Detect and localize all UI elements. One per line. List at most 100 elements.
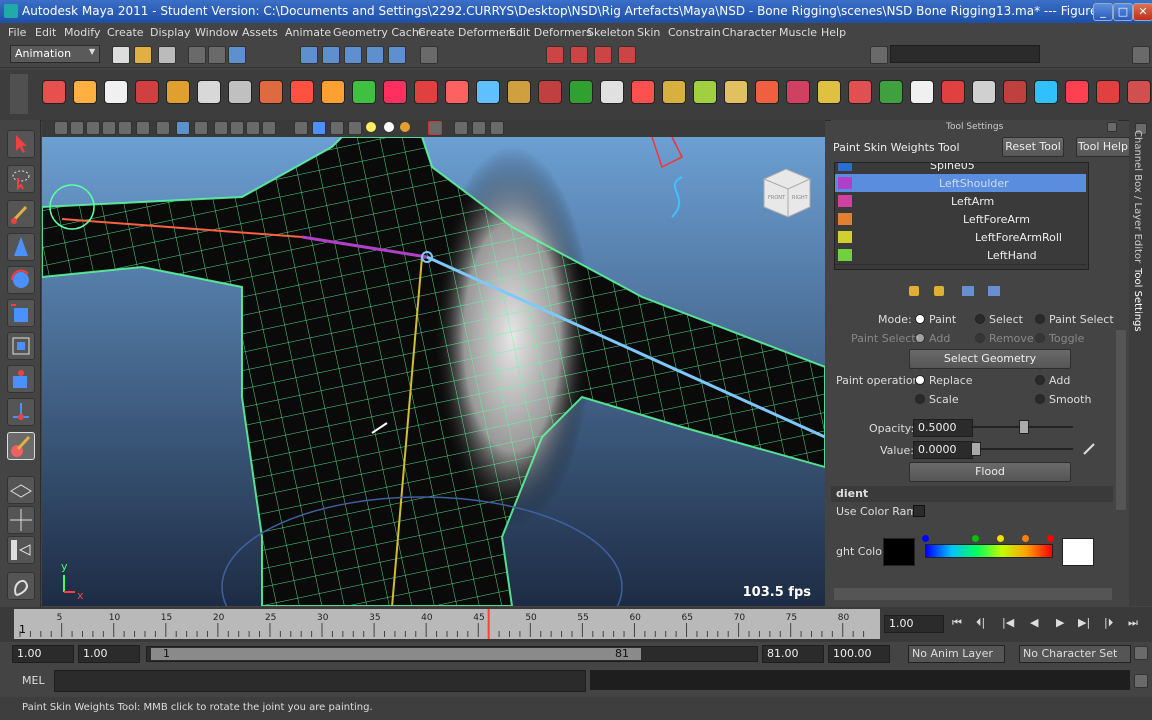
weight-color-max-swatch[interactable]: [1062, 538, 1094, 566]
shelf-tool-icon[interactable]: [569, 80, 593, 104]
shelf-tool-icon[interactable]: [662, 80, 686, 104]
safe-title-icon[interactable]: [194, 121, 208, 135]
open-scene-icon[interactable]: [134, 46, 152, 64]
render-settings-icon[interactable]: [594, 46, 612, 64]
anim-end-field[interactable]: 81.00: [762, 645, 824, 663]
shelf-tool-icon[interactable]: [1034, 80, 1058, 104]
show-manip-icon[interactable]: [7, 398, 35, 426]
step-forward-key-icon[interactable]: |⏵: [1104, 616, 1113, 630]
influence-row-leftshoulder[interactable]: LeftShoulder: [835, 174, 1086, 193]
op-add-radio[interactable]: [1035, 375, 1045, 385]
step-back-key-icon[interactable]: ⏴|: [976, 616, 985, 630]
isolate-select-icon[interactable]: [428, 121, 442, 135]
shelf-tool-icon[interactable]: [631, 80, 655, 104]
shaded-cube-icon[interactable]: [312, 121, 326, 135]
anim-start-field[interactable]: 1.00: [78, 645, 140, 663]
unlock-weights-icon[interactable]: [934, 286, 944, 296]
eyedropper-icon[interactable]: [1082, 442, 1096, 456]
ramp-key-red[interactable]: [1047, 535, 1054, 542]
menu-display[interactable]: Display: [150, 26, 191, 39]
camera-attributes-icon[interactable]: [54, 121, 68, 135]
texture-icon[interactable]: [246, 121, 260, 135]
lights-icon[interactable]: [366, 122, 376, 132]
go-to-end-icon[interactable]: ⏭: [1128, 616, 1138, 630]
paint-skin-weights-icon[interactable]: [7, 432, 35, 460]
select-object-icon[interactable]: [208, 46, 226, 64]
resolution-gate-icon[interactable]: [156, 121, 170, 135]
go-to-start-icon[interactable]: ⏮: [952, 616, 962, 630]
default-light-icon[interactable]: [348, 121, 362, 135]
end-time-field[interactable]: 100.00: [828, 645, 890, 663]
film-gate-icon[interactable]: [136, 121, 150, 135]
ps-add-radio[interactable]: [915, 333, 925, 343]
shelf-tool-icon[interactable]: [1127, 80, 1151, 104]
ipr-render-icon[interactable]: [570, 46, 588, 64]
shelf-tool-icon[interactable]: [848, 80, 872, 104]
layout-four-icon[interactable]: [7, 506, 35, 534]
shelf-tool-icon[interactable]: [972, 80, 996, 104]
safe-action-icon[interactable]: [176, 121, 190, 135]
panel-hscrollbar[interactable]: [834, 588, 1112, 600]
shelf-tool-icon[interactable]: [383, 80, 407, 104]
snap-grid-icon[interactable]: [300, 46, 318, 64]
auto-key-icon[interactable]: [1134, 646, 1148, 660]
influence-row-leftarm[interactable]: LeftArm: [835, 192, 1086, 211]
menu-help[interactable]: Help: [821, 26, 846, 39]
xray-icon[interactable]: [294, 121, 308, 135]
mode-select-radio[interactable]: [975, 314, 985, 324]
shelf-tool-icon[interactable]: [352, 80, 376, 104]
move-tool-icon[interactable]: [7, 233, 35, 261]
minimize-button[interactable]: _: [1093, 3, 1113, 21]
shelf-tool-icon[interactable]: [197, 80, 221, 104]
image-plane-icon[interactable]: [102, 121, 116, 135]
influence-color-swatch[interactable]: [838, 177, 852, 189]
float-panel-icon[interactable]: [1107, 122, 1117, 132]
select-tool-icon[interactable]: [7, 130, 35, 158]
shelf-tab-handle[interactable]: [10, 74, 28, 114]
menu-file[interactable]: File: [8, 26, 26, 39]
menu-assets[interactable]: Assets: [242, 26, 278, 39]
menu-geometry-cache[interactable]: Geometry Cache: [333, 26, 426, 39]
shelf-tool-icon[interactable]: [1096, 80, 1120, 104]
influence-color-swatch[interactable]: [838, 249, 852, 261]
menu-animate[interactable]: Animate: [285, 26, 331, 39]
scale-tool-icon[interactable]: [7, 299, 35, 327]
ramp-key-blue[interactable]: [922, 535, 929, 542]
lasso-tool-icon[interactable]: [7, 165, 35, 193]
value-field[interactable]: 0.0000: [913, 441, 973, 459]
bookmark-icon[interactable]: [86, 121, 100, 135]
quick-select-field[interactable]: [890, 45, 1040, 63]
shelf-tool-icon[interactable]: [259, 80, 283, 104]
paint-select-icon[interactable]: [7, 200, 35, 228]
smooth-shade-icon[interactable]: [230, 121, 244, 135]
shelf-tool-icon[interactable]: [321, 80, 345, 104]
shelf-tool-icon[interactable]: [104, 80, 128, 104]
command-language[interactable]: MEL: [22, 674, 45, 687]
grid-toggle-icon[interactable]: [118, 121, 132, 135]
tab-tool-settings[interactable]: Tool Settings: [1132, 268, 1143, 332]
all-lights-icon[interactable]: [384, 122, 394, 132]
play-forward-icon[interactable]: ▶: [1056, 616, 1064, 629]
rotate-tool-icon[interactable]: [7, 266, 35, 294]
menu-set-dropdown[interactable]: Animation ▼: [10, 45, 100, 63]
weight-color-min-swatch[interactable]: [883, 538, 915, 566]
select-geometry-button[interactable]: Select Geometry: [909, 349, 1071, 369]
panel-vscrollbar[interactable]: [1116, 330, 1126, 510]
shelf-tool-icon[interactable]: [166, 80, 190, 104]
camera-lock-icon[interactable]: [70, 121, 84, 135]
influence-color-swatch[interactable]: [838, 195, 852, 207]
time-ruler[interactable]: 5 10 15 20 25 30 35 40 45 50 55 60 65 70 75 80 1: [14, 609, 880, 639]
ramp-key-green[interactable]: [972, 535, 979, 542]
shelf-tool-icon[interactable]: [42, 80, 66, 104]
shelf-tool-icon[interactable]: [538, 80, 562, 104]
gradient-section-header[interactable]: dient: [831, 486, 1113, 502]
menu-create-deformers[interactable]: Create Deformers: [418, 26, 516, 39]
xray-joints-icon[interactable]: [454, 121, 468, 135]
tab-channel-box[interactable]: Channel Box / Layer Editor: [1132, 130, 1143, 263]
select-hierarchy-icon[interactable]: [188, 46, 206, 64]
wire-on-shaded-icon[interactable]: [262, 121, 276, 135]
soft-mod-icon[interactable]: [7, 365, 35, 393]
ps-toggle-radio[interactable]: [1035, 333, 1045, 343]
menu-skin[interactable]: Skin: [637, 26, 660, 39]
menu-edit-deformers[interactable]: Edit Deformers: [509, 26, 592, 39]
